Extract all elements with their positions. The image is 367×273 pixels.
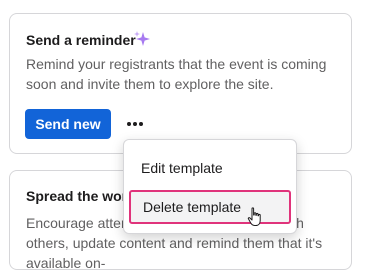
spread-word-card-title: Spread the word — [26, 188, 136, 204]
reminder-card-description: Remind your registrants that the event i… — [26, 56, 327, 92]
reminder-card: Send a reminder Remind your registrants … — [9, 13, 352, 154]
more-horizontal-icon — [126, 121, 144, 127]
menu-item-delete-template[interactable]: Delete template — [129, 190, 291, 224]
hand-pointer-cursor-icon — [247, 207, 263, 227]
sparkle-icon — [133, 30, 151, 48]
more-options-button[interactable] — [123, 112, 147, 136]
send-new-button[interactable]: Send new — [25, 109, 111, 139]
menu-item-edit-template[interactable]: Edit template — [129, 151, 291, 185]
reminder-card-title: Send a reminder — [26, 32, 136, 48]
more-options-menu: Edit template Delete template — [123, 139, 297, 234]
